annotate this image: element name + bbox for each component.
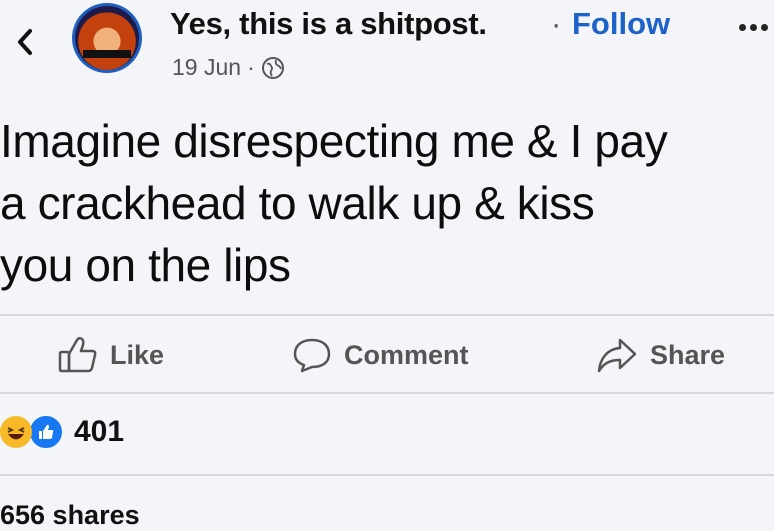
chevron-left-icon — [18, 29, 32, 55]
post-date[interactable]: 19 Jun — [172, 54, 241, 81]
share-label: Share — [650, 339, 726, 370]
follow-button[interactable]: Follow — [572, 6, 670, 42]
reaction-count: 401 — [74, 415, 125, 448]
page-name[interactable]: Yes, this is a shitpost. — [170, 6, 487, 42]
back-button[interactable] — [10, 24, 40, 60]
meta-separator: · — [247, 54, 255, 80]
more-options-icon — [738, 23, 746, 31]
post-meta: 19 Jun · — [172, 54, 285, 81]
action-bar: Like Comment Share — [0, 318, 774, 390]
thumbs-up-icon — [58, 336, 97, 373]
post-header: Yes, this is a shitpost. · Follow 19 Jun… — [0, 0, 774, 100]
comment-icon — [293, 338, 331, 373]
header-separator: · — [551, 6, 562, 41]
divider — [0, 392, 774, 394]
like-reaction-icon — [28, 414, 64, 450]
post-text-line: Imagine disrespecting me & I pay — [0, 115, 668, 167]
divider — [0, 314, 774, 316]
share-count[interactable]: 656 shares — [0, 500, 140, 531]
post-text: Imagine disrespecting me & I pay a crack… — [0, 110, 774, 296]
post-text-line: you on the lips — [0, 239, 291, 291]
comment-label: Comment — [344, 339, 469, 370]
avatar-image — [75, 6, 139, 70]
haha-reaction-icon — [0, 416, 32, 448]
share-button[interactable]: Share — [596, 336, 725, 374]
share-arrow-icon — [597, 338, 637, 373]
avatar-band — [83, 50, 131, 58]
more-options-button[interactable] — [736, 12, 770, 42]
more-options-icon — [760, 23, 768, 31]
avatar[interactable] — [72, 3, 142, 73]
comment-button[interactable]: Comment — [292, 336, 469, 374]
post-text-line: a crackhead to walk up & kiss — [0, 177, 595, 229]
more-options-icon — [749, 23, 757, 31]
divider — [0, 474, 774, 476]
like-button[interactable]: Like — [58, 336, 164, 374]
globe-icon — [261, 56, 284, 79]
like-label: Like — [110, 339, 165, 370]
reaction-summary[interactable]: 401 — [0, 414, 124, 450]
